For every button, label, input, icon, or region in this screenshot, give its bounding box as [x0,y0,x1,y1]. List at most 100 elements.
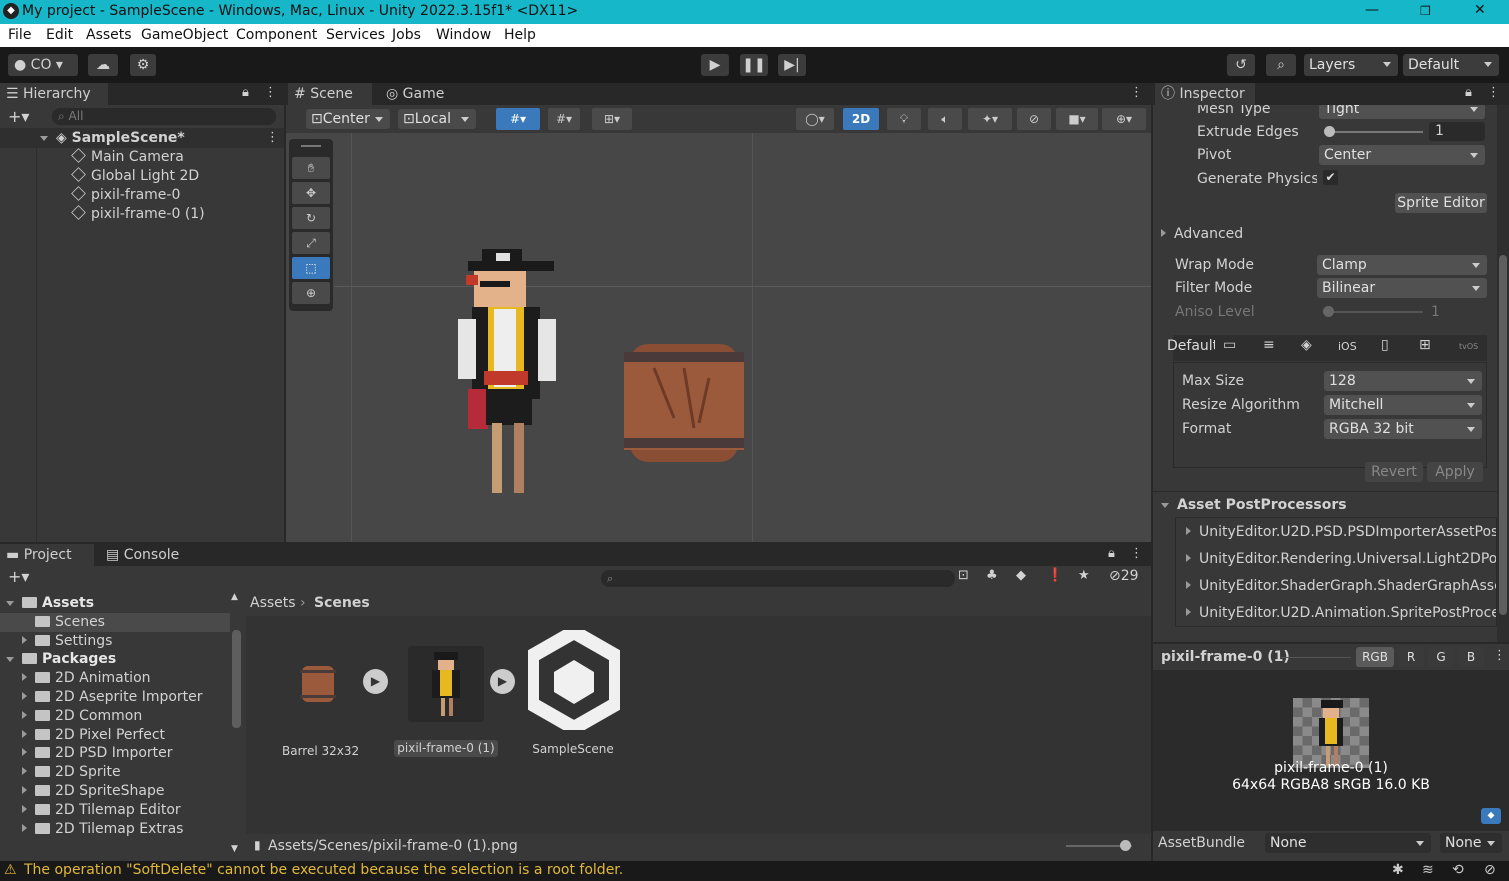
folder-tree-item[interactable]: Assets [0,594,230,613]
folder-tree-item[interactable]: 2D Tilemap Editor [0,801,230,820]
postprocessor-item[interactable]: UnityEditor.U2D.PSD.PSDImporterAssetPost… [1186,524,1496,540]
menu-assets[interactable]: Assets [86,27,132,43]
hierarchy-item[interactable]: Main Camera [71,148,184,165]
generate-physics-checkbox[interactable]: ✔ [1323,170,1338,185]
slider-thumb[interactable] [1324,126,1335,137]
create-icon[interactable]: +▾ [8,567,29,586]
folder-tree-item[interactable]: 2D Animation [0,669,230,688]
folder-tree-item[interactable]: 2D PSD Importer [0,744,230,763]
hierarchy-item[interactable]: pixil-frame-0 [71,186,180,203]
expand-icon[interactable] [22,748,27,757]
expand-icon[interactable] [22,823,27,832]
scene-menu-icon[interactable]: ⋮ [266,130,279,145]
history-icon[interactable]: ↺ [1227,54,1255,76]
r-channel-button[interactable]: R [1398,647,1424,667]
hidden-packages-toggle[interactable]: ⊘29 [1109,568,1139,584]
lock-icon[interactable]: 🔒︎ [242,85,249,100]
extrude-input[interactable]: 1 [1429,122,1485,141]
tab-game[interactable]: ◎ Game [380,83,450,105]
postprocessor-item[interactable]: UnityEditor.Rendering.Universal.Light2DP… [1186,551,1496,567]
layout-dropdown[interactable]: Default [1403,54,1499,76]
scene-row[interactable]: ◈ SampleScene* ⋮ [0,128,284,148]
tvos-tab[interactable]: tvOS [1459,342,1478,351]
aniso-slider[interactable] [1323,311,1423,313]
g-channel-button[interactable]: G [1428,647,1454,667]
sprite-editor-button[interactable]: Sprite Editor [1395,193,1487,213]
expand-icon[interactable] [22,767,27,776]
slider-thumb[interactable] [1323,306,1334,317]
scroll-down-icon[interactable]: ▼ [231,844,238,854]
close-icon[interactable]: ✕ [1474,2,1486,18]
account-dropdown[interactable]: ● CO ▾ [8,54,78,76]
cloud-icon[interactable]: ☁ [88,54,118,76]
expand-icon[interactable] [22,673,27,682]
tab-hierarchy[interactable]: ☰ Hierarchy [0,83,108,105]
folder-tree-item[interactable]: 2D Sprite [0,763,230,782]
asset-postprocessors-foldout[interactable]: Asset PostProcessors [1161,497,1347,513]
search-icon[interactable]: ⌕ [1266,54,1296,76]
tab-inspector[interactable]: ⓘ Inspector [1155,83,1255,105]
menu-gameobject[interactable]: GameObject [141,27,228,43]
mesh-type-dropdown[interactable]: Tight [1319,105,1485,119]
rotate-tool-icon[interactable]: ↻ [292,207,330,229]
filter-mode-dropdown[interactable]: Bilinear [1317,278,1487,298]
cache-server-icon[interactable]: ≋ [1422,862,1434,878]
menu-component[interactable]: Component [236,27,317,43]
drag-handle[interactable] [301,145,321,147]
zoom-slider-thumb[interactable] [1120,840,1131,851]
play-button[interactable]: ▶ [701,54,729,76]
inspector-scrollbar[interactable] [1497,105,1509,642]
menu-help[interactable]: Help [504,27,536,43]
folder-tree-item[interactable]: 2D Tilemap Extras [0,820,230,839]
windows-icon[interactable]: ⊞ [1419,337,1431,353]
effects-icon[interactable]: ✦▾ [968,108,1012,130]
scroll-up-icon[interactable]: ▲ [231,592,238,602]
ios-tab[interactable]: iOS [1338,340,1357,353]
lock-icon[interactable]: 🔒︎ [1108,546,1115,561]
lock-icon[interactable]: 🔒︎ [1465,85,1472,100]
hierarchy-item[interactable]: Global Light 2D [71,167,199,184]
tab-project[interactable]: ▬ Project [0,544,94,566]
apply-button[interactable]: Apply [1427,462,1483,482]
favorite-icon[interactable]: ★ [1078,568,1090,583]
advanced-foldout[interactable]: Advanced [1161,226,1243,242]
hand-tool-icon[interactable]: ✋︎ [292,157,330,179]
resize-algorithm-dropdown[interactable]: Mitchell [1324,395,1482,415]
android-icon[interactable]: ◈ [1301,337,1312,353]
label-tag-icon[interactable]: ⬥ [1481,808,1501,824]
assetbundle-dropdown[interactable]: None [1265,833,1431,853]
label-filter-icon[interactable]: ◆ [1016,568,1026,583]
server-icon[interactable]: ≡ [1263,337,1275,353]
play-preview-icon[interactable]: ▶ [490,669,515,694]
expand-icon[interactable] [22,786,27,794]
gizmos-icon[interactable]: ⊕▾ [1102,108,1146,130]
expand-icon[interactable] [22,729,27,738]
expand-icon[interactable] [22,804,27,813]
debug-icon[interactable]: ✱ [1392,862,1404,878]
transform-tool-icon[interactable]: ⊕ [292,282,330,304]
auto-generate-icon[interactable]: ⟲ [1452,862,1464,878]
asset-barrel[interactable]: Barrel 32x32 [282,662,359,758]
platform-default-tab[interactable]: Default [1167,338,1215,360]
breadcrumb-assets[interactable]: Assets [250,595,296,611]
folder-tree-item[interactable]: Settings [0,632,230,651]
step-button[interactable]: ▶| [778,54,806,76]
camera-icon[interactable]: ■▾ [1056,108,1098,130]
menu-window[interactable]: Window [436,27,491,43]
postprocessor-item[interactable]: UnityEditor.ShaderGraph.ShaderGraphAsset… [1186,578,1496,594]
filter-type-icon[interactable]: ♣ [986,568,998,583]
shading-mode-icon[interactable]: ◯▾ [796,108,834,130]
revert-button[interactable]: Revert [1365,462,1423,482]
extrude-slider[interactable] [1325,131,1423,133]
tree-scrollbar[interactable]: ▲ ▼ [231,592,243,856]
wrap-mode-dropdown[interactable]: Clamp [1317,255,1487,275]
more-icon[interactable]: ⋮ [1487,85,1500,100]
move-tool-icon[interactable]: ✥ [292,182,330,204]
hierarchy-item[interactable]: pixil-frame-0 (1) [71,205,205,222]
audio-icon[interactable]: 🔈︎ [928,108,962,130]
menu-jobs[interactable]: Jobs [392,27,421,43]
expand-icon[interactable] [22,635,27,644]
more-icon[interactable]: ⋮ [1493,648,1506,663]
lighting-icon[interactable]: 💡︎ [887,108,921,130]
scroll-thumb[interactable] [1499,255,1507,615]
